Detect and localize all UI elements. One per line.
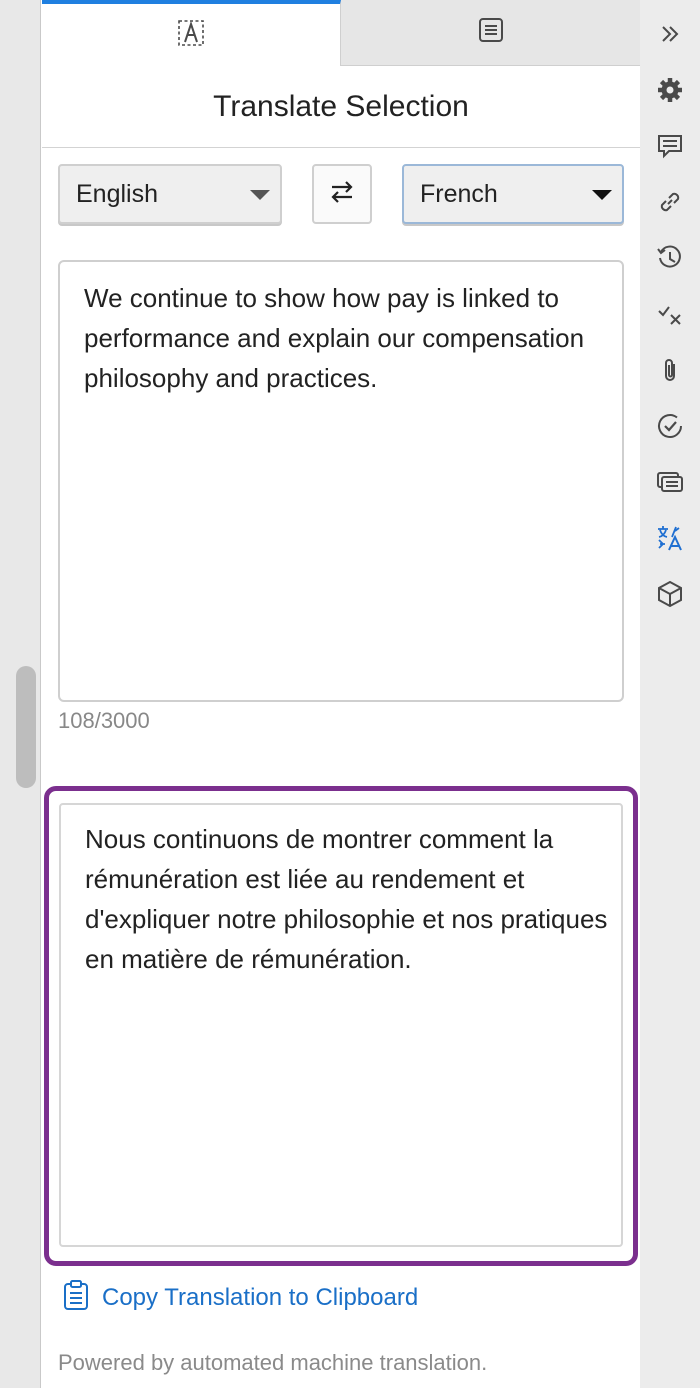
- check-cross-icon[interactable]: [650, 294, 690, 334]
- tab-translate-selection[interactable]: [42, 0, 341, 66]
- history-icon[interactable]: [650, 238, 690, 278]
- check-circle-icon[interactable]: [650, 406, 690, 446]
- chevron-down-icon: [592, 190, 612, 200]
- translate-panel: Translate Selection English French We co…: [42, 0, 640, 1388]
- copy-translation-button[interactable]: Copy Translation to Clipboard: [62, 1279, 419, 1318]
- chevron-down-icon: [250, 190, 270, 200]
- link-icon[interactable]: [650, 182, 690, 222]
- comment-icon[interactable]: [650, 126, 690, 166]
- right-tool-rail: [640, 0, 700, 1388]
- target-language-select[interactable]: French: [402, 164, 624, 224]
- translation-output[interactable]: Nous continuons de montrer comment la ré…: [59, 803, 623, 1247]
- source-language-value: English: [76, 179, 158, 208]
- scrollbar-thumb[interactable]: [16, 666, 36, 788]
- collapse-icon[interactable]: [650, 14, 690, 54]
- character-count: 108/3000: [58, 708, 150, 733]
- language-row: English French: [58, 164, 624, 226]
- clipboard-icon: [62, 1279, 102, 1318]
- left-gutter: [0, 0, 41, 1388]
- list-card-icon[interactable]: [650, 462, 690, 502]
- panel-tabs: [42, 0, 640, 66]
- swap-arrows-icon: [327, 177, 357, 212]
- cube-icon[interactable]: [650, 574, 690, 614]
- gear-icon[interactable]: [650, 70, 690, 110]
- page-title: Translate Selection: [42, 66, 640, 148]
- footer-note: Powered by automated machine translation…: [58, 1350, 488, 1375]
- copy-translation-label: Copy Translation to Clipboard: [102, 1284, 419, 1311]
- source-language-select[interactable]: English: [58, 164, 282, 224]
- source-text-input[interactable]: We continue to show how pay is linked to…: [58, 260, 624, 702]
- document-icon: [475, 14, 507, 51]
- paperclip-icon[interactable]: [650, 350, 690, 390]
- tab-translate-document[interactable]: [341, 0, 640, 66]
- translation-result-frame: Nous continuons de montrer comment la ré…: [44, 786, 638, 1266]
- swap-languages-button[interactable]: [312, 164, 372, 224]
- target-language-value: French: [420, 179, 498, 208]
- translate-icon[interactable]: [650, 518, 690, 558]
- text-selection-icon: [175, 17, 207, 54]
